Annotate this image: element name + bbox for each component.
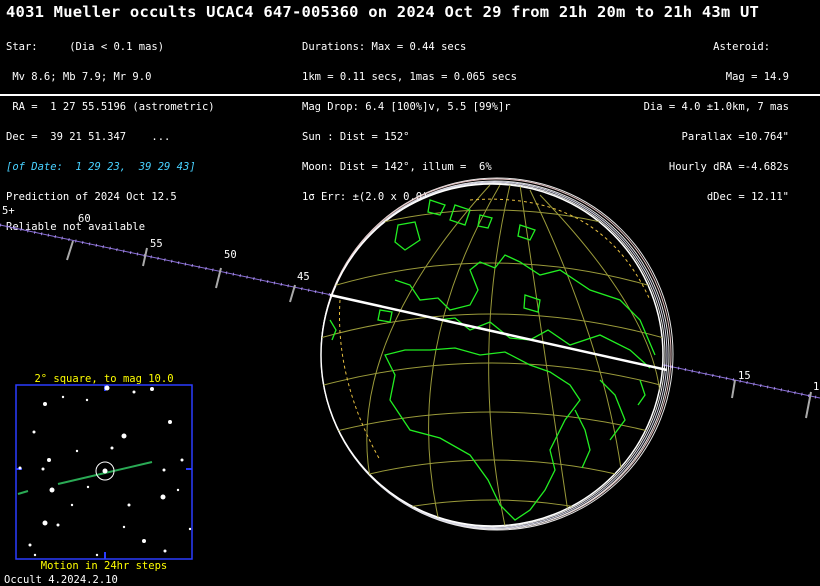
occultation-diagram	[0, 177, 820, 560]
tick-label: 5+	[2, 205, 15, 217]
tick-mark	[731, 379, 736, 399]
tick-mark	[66, 240, 74, 261]
tick-mark	[142, 247, 148, 267]
tick-label: 15	[738, 370, 751, 382]
tick-label: 45	[297, 271, 310, 283]
star-field-chart	[15, 384, 193, 560]
tick-mark	[289, 284, 296, 303]
tick-label: 50	[224, 249, 237, 261]
star-field-title: 2° square, to mag 10.0	[34, 373, 174, 385]
star-field-motion-label: Motion in 24hr steps	[40, 560, 168, 572]
tick-label: 55	[150, 238, 163, 250]
version-footer: Occult 4.2024.2.10	[4, 574, 118, 586]
tick-label: 1	[813, 381, 820, 393]
earth-globe	[320, 177, 674, 531]
tick-label: 60	[78, 213, 91, 225]
